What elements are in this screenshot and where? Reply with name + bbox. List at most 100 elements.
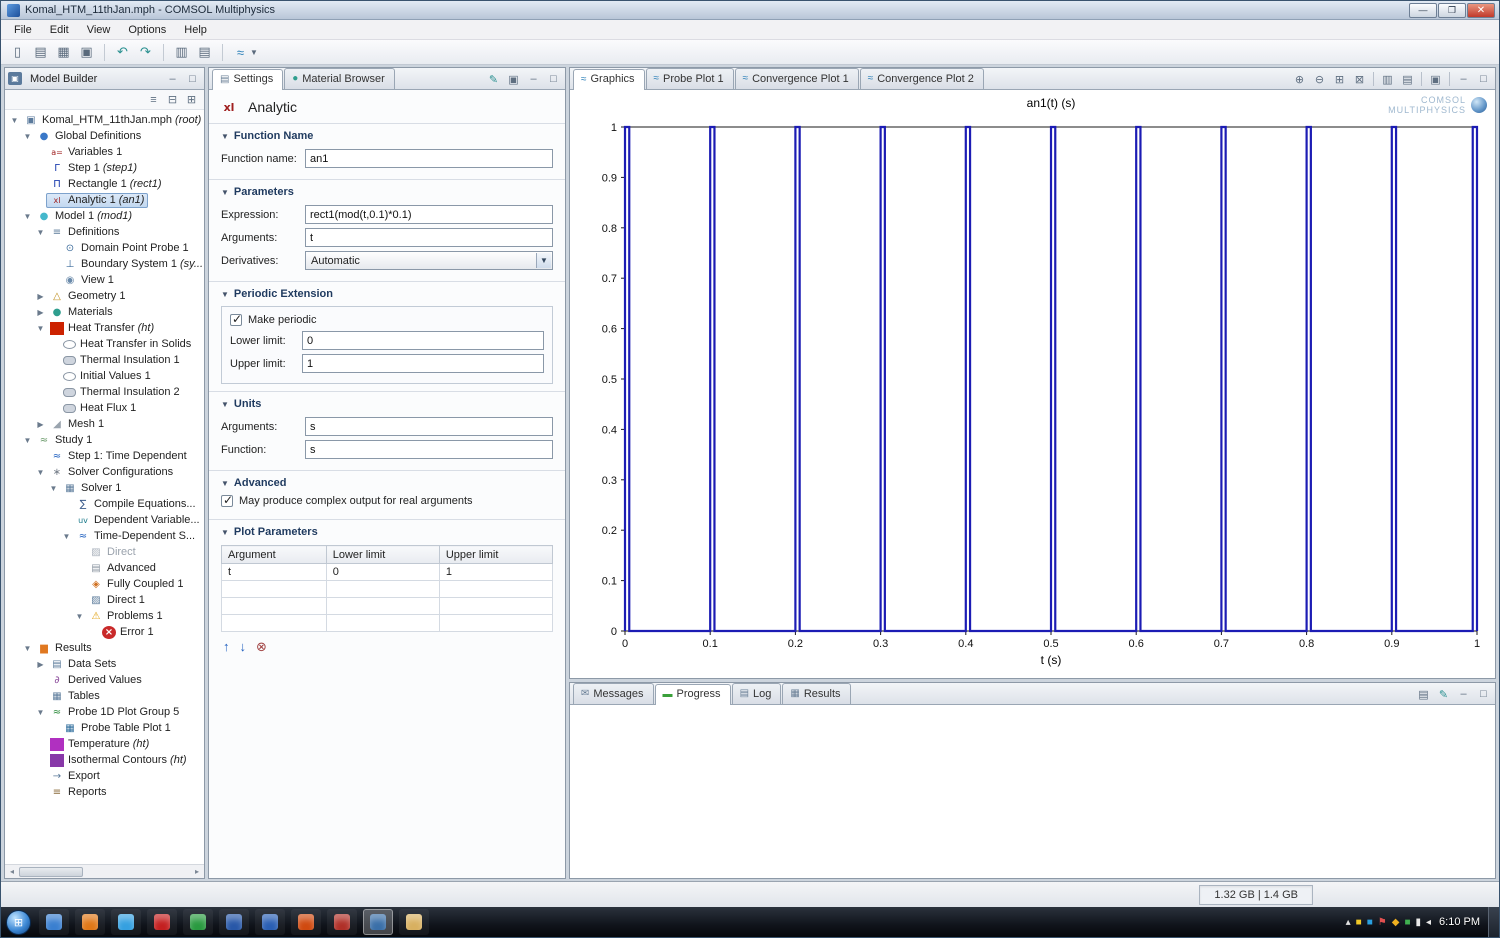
tree-item-study-1[interactable]: ▼≈Study 1	[5, 432, 204, 448]
taskbar-app-media[interactable]	[39, 909, 69, 935]
panel-maximize-icon[interactable]: □	[184, 71, 201, 87]
taskbar-app-folder[interactable]	[399, 909, 429, 935]
table-cell[interactable]	[439, 598, 552, 615]
tree-item-dependent-variable[interactable]: uvDependent Variable...	[5, 512, 204, 528]
tab-convergence-plot-2[interactable]: ≈Convergence Plot 2	[860, 68, 984, 89]
menu-file[interactable]: File	[5, 22, 41, 38]
tree-item-analytic-1[interactable]: xlAnalytic 1(an1)	[5, 192, 204, 208]
tree-item-probe-1d-plot-group-5[interactable]: ▼≈Probe 1D Plot Group 5	[5, 704, 204, 720]
tree-expander-icon[interactable]: ▶	[35, 308, 46, 317]
tab-settings[interactable]: ▤Settings	[212, 69, 283, 90]
section-header-parameters[interactable]: ▼ Parameters	[221, 184, 553, 201]
tree-expander-icon[interactable]: ▼	[22, 436, 33, 445]
new-icon[interactable]: ▯	[7, 43, 28, 62]
tree-item-initial-values-1[interactable]: Initial Values 1	[5, 368, 204, 384]
panel-minimize-icon[interactable]: –	[164, 71, 181, 87]
tree-item-problems-1[interactable]: ▼⚠Problems 1	[5, 608, 204, 624]
zoom-in-icon[interactable]: ⊕	[1291, 71, 1308, 87]
tree-item-isothermal-contours[interactable]: Isothermal Contours(ht)	[5, 752, 204, 768]
tree-item-data-sets[interactable]: ▶▤Data Sets	[5, 656, 204, 672]
checkbox-icon[interactable]	[230, 314, 242, 326]
function-name-input[interactable]	[305, 149, 553, 168]
tree-item-compile-equations[interactable]: ∑Compile Equations...	[5, 496, 204, 512]
section-header-periodic-extension[interactable]: ▼ Periodic Extension	[221, 286, 553, 303]
taskbar-app-excel[interactable]	[183, 909, 213, 935]
tree-expander-icon[interactable]: ▼	[48, 484, 59, 493]
tab-log[interactable]: ▤Log	[732, 683, 782, 704]
plot-dropdown-icon[interactable]: ▼	[250, 48, 258, 57]
tree-expander-icon[interactable]: ▼	[22, 132, 33, 141]
delete-row-button[interactable]: ⊗	[256, 639, 267, 655]
tree-item-view-1[interactable]: ◉View 1	[5, 272, 204, 288]
maximize-icon[interactable]: □	[545, 71, 562, 87]
undo-icon[interactable]: ↶	[112, 43, 133, 62]
make-periodic-checkbox[interactable]: Make periodic	[230, 314, 544, 326]
move-down-button[interactable]: ↓	[240, 639, 247, 655]
tree-item-global-definitions[interactable]: ▼●Global Definitions	[5, 128, 204, 144]
taskbar-app-word[interactable]	[255, 909, 285, 935]
tab-graphics[interactable]: ≈Graphics	[573, 69, 645, 90]
tree-item-heat-transfer[interactable]: ▼Heat Transfer(ht)	[5, 320, 204, 336]
checkbox-icon[interactable]	[221, 495, 233, 507]
paste-icon[interactable]: ▤	[194, 43, 215, 62]
table-cell[interactable]	[439, 581, 552, 598]
plot-icon[interactable]: ≈	[230, 43, 251, 62]
scroll-right-arrow[interactable]: ▸	[190, 867, 204, 876]
zoom-out-icon[interactable]: ⊖	[1311, 71, 1328, 87]
snapshot-icon[interactable]: ▣	[1427, 71, 1444, 87]
table-row-empty[interactable]	[222, 581, 553, 598]
minimize-button[interactable]: —	[1409, 3, 1437, 18]
tree-item-derived-values[interactable]: ∂Derived Values	[5, 672, 204, 688]
tree-item-komal-htm-11thjan-mph[interactable]: ▼▣Komal_HTM_11thJan.mph(root)	[5, 112, 204, 128]
tree-expander-icon[interactable]: ▶	[35, 420, 46, 429]
units-function-input[interactable]	[305, 440, 553, 459]
copy-icon[interactable]: ▥	[171, 43, 192, 62]
tree-expander-icon[interactable]: ▼	[22, 212, 33, 221]
section-header-units[interactable]: ▼ Units	[221, 396, 553, 413]
tree-item-error-1[interactable]: ×Error 1	[5, 624, 204, 640]
tree-expander-icon[interactable]: ▶	[35, 660, 46, 669]
table-cell[interactable]	[222, 581, 327, 598]
taskbar-app-blue[interactable]	[219, 909, 249, 935]
open-icon[interactable]: ▤	[30, 43, 51, 62]
tray-green-icon[interactable]: ■	[1404, 917, 1410, 928]
menu-options[interactable]: Options	[119, 22, 175, 38]
expand-all-icon[interactable]: ⊞	[183, 92, 200, 108]
model-builder-hscrollbar[interactable]: ◂ ▸	[5, 864, 204, 878]
axes-icon[interactable]: ▥	[1379, 71, 1396, 87]
tree-expander-icon[interactable]: ▼	[22, 644, 33, 653]
tab-progress[interactable]: ▬Progress	[655, 684, 731, 705]
table-row-empty[interactable]	[222, 598, 553, 615]
tray-yellow-icon[interactable]: ■	[1356, 917, 1362, 928]
zoom-extents-icon[interactable]: ⊠	[1351, 71, 1368, 87]
grid-icon[interactable]: ▤	[1399, 71, 1416, 87]
tree-expander-icon[interactable]: ▼	[61, 532, 72, 541]
show-desktop-button[interactable]	[1488, 907, 1499, 937]
tree-item-thermal-insulation-2[interactable]: Thermal Insulation 2	[5, 384, 204, 400]
lower-limit-input[interactable]	[302, 331, 544, 350]
minimize-icon[interactable]: –	[1455, 686, 1472, 702]
tab-convergence-plot-1[interactable]: ≈Convergence Plot 1	[735, 68, 859, 89]
tree-item-geometry-1[interactable]: ▶△Geometry 1	[5, 288, 204, 304]
save-icon[interactable]: ▦	[53, 43, 74, 62]
tree-item-solver-1[interactable]: ▼▦Solver 1	[5, 480, 204, 496]
taskbar-clock[interactable]: 6:10 PM	[1439, 916, 1480, 928]
collapse-all-icon[interactable]: ⊟	[164, 92, 181, 108]
taskbar-app-powerpoint[interactable]	[291, 909, 321, 935]
derivatives-select[interactable]: Automatic ▼	[305, 251, 553, 270]
close-button[interactable]: ✕	[1467, 3, 1495, 18]
tree-expander-icon[interactable]: ▼	[35, 228, 46, 237]
tree-item-probe-table-plot-1[interactable]: ▦Probe Table Plot 1	[5, 720, 204, 736]
plot-canvas[interactable]: 00.10.20.30.40.50.60.70.80.9100.10.20.30…	[570, 90, 1495, 678]
table-cell[interactable]	[222, 615, 327, 632]
table-cell[interactable]: 1	[439, 564, 552, 581]
upper-limit-input[interactable]	[302, 354, 544, 373]
table-cell[interactable]	[326, 581, 439, 598]
table-column-lower-limit[interactable]: Lower limit	[326, 546, 439, 564]
section-header-function-name[interactable]: ▼ Function Name	[221, 128, 553, 145]
move-up-button[interactable]: ↑	[223, 639, 230, 655]
tree-item-fully-coupled-1[interactable]: ◈Fully Coupled 1	[5, 576, 204, 592]
tree-item-variables-1[interactable]: a=Variables 1	[5, 144, 204, 160]
tab-messages[interactable]: ✉Messages	[573, 683, 654, 704]
table-cell[interactable]: 0	[326, 564, 439, 581]
